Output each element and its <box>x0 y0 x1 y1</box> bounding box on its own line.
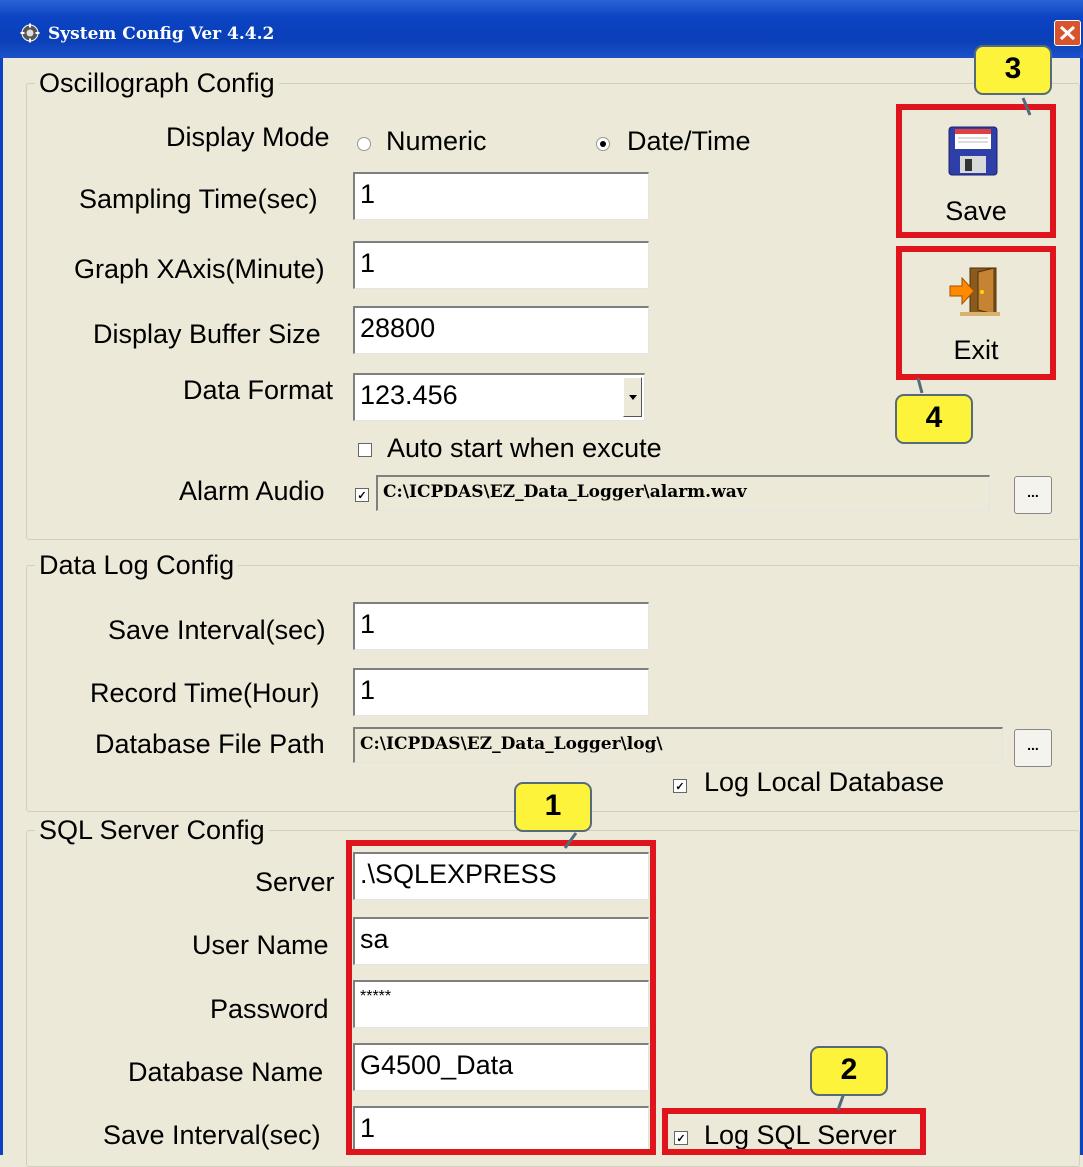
callout-pointers <box>563 97 1032 1111</box>
callout-2: 2 <box>810 1046 888 1096</box>
callout-1: 1 <box>514 782 592 832</box>
callout-3: 3 <box>974 45 1052 95</box>
callout-4: 4 <box>895 394 973 444</box>
